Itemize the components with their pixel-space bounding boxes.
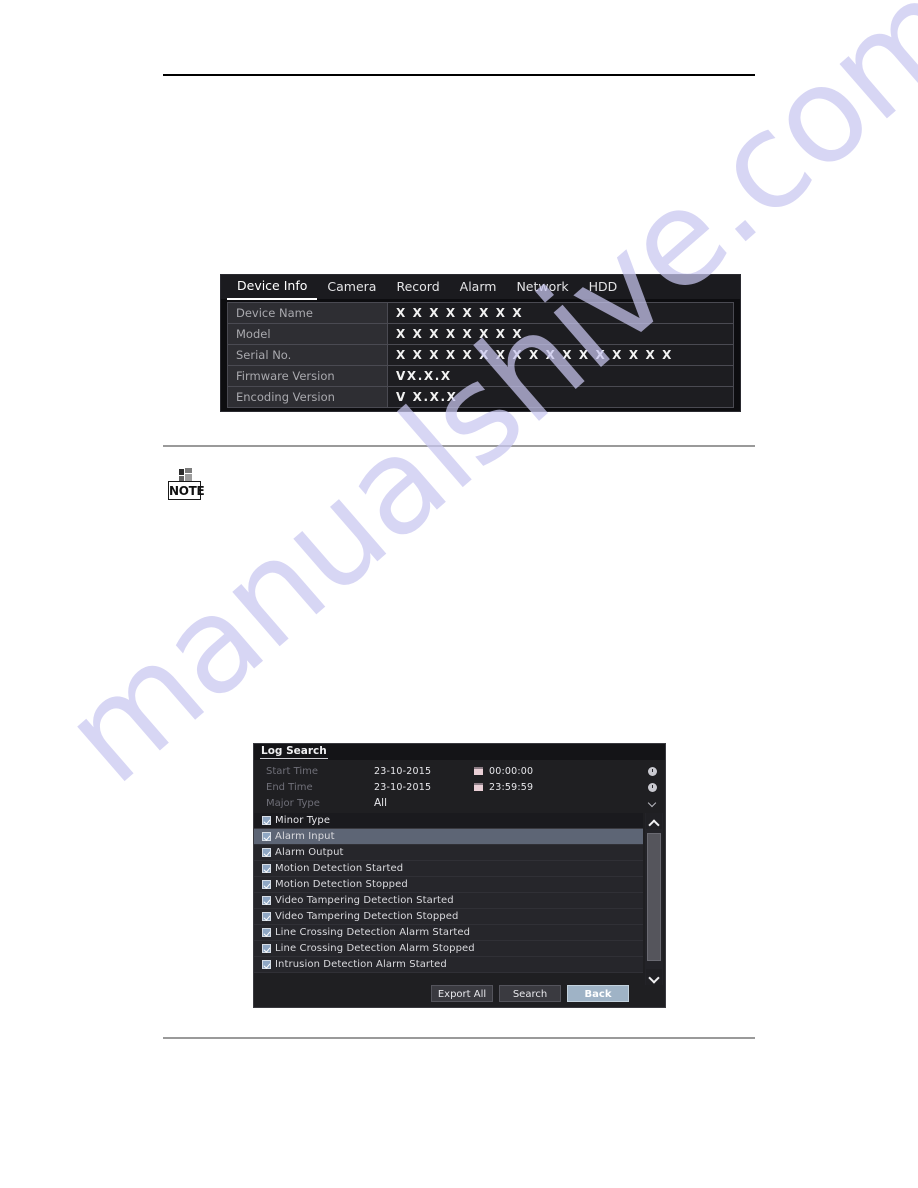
tab-hdd[interactable]: HDD [579,275,628,299]
list-item-label: Video Tampering Detection Started [275,895,454,906]
start-time-label: Start Time [266,765,319,777]
calendar-icon[interactable] [474,783,483,791]
table-row: Firmware Version VX.X.X [228,366,733,387]
log-search-titlebar: Log Search [254,744,665,760]
header-rule [163,74,755,76]
minor-type-header-row[interactable]: Minor Type [254,813,643,829]
list-item[interactable]: Motion Detection Started [254,861,643,877]
device-info-table: Device Name X X X X X X X X Model X X X … [227,302,734,408]
device-info-tab-bar: Device Info Camera Record Alarm Network … [221,274,740,300]
list-item[interactable]: Line Crossing Detection Alarm Stopped [254,941,643,957]
device-info-panel: Device Info Camera Record Alarm Network … [220,274,741,412]
checkbox-icon[interactable] [262,816,271,825]
tab-record[interactable]: Record [386,275,449,299]
checkbox-icon[interactable] [262,912,271,921]
list-item-label: Alarm Input [275,831,335,842]
table-row: Device Name X X X X X X X X [228,303,733,324]
row-value-firmware-version: VX.X.X [388,366,733,386]
list-item-label: Line Crossing Detection Alarm Started [275,927,471,938]
end-time-label: End Time [266,781,313,793]
minor-type-header-label: Minor Type [275,815,331,826]
table-row: Model X X X X X X X X [228,324,733,345]
note-clip-icon [179,468,192,481]
section-divider-rule [163,445,755,447]
end-clock-input[interactable]: 23:59:59 [489,782,569,793]
calendar-icon[interactable] [474,767,483,775]
list-item[interactable]: Video Tampering Detection Stopped [254,909,643,925]
end-time-row: End Time 23-10-2015 23:59:59 [254,779,665,795]
list-item[interactable]: Video Tampering Detection Started [254,893,643,909]
back-button[interactable]: Back [567,984,629,1002]
scroll-up-button[interactable] [646,813,662,829]
clock-icon[interactable] [648,782,657,792]
list-item[interactable]: Alarm Input [254,829,643,845]
major-type-label: Major Type [266,797,320,809]
export-all-button[interactable]: Export All [431,984,493,1002]
checkbox-icon[interactable] [262,880,271,889]
row-value-serial-no: X X X X X X X X X X X X X X X X X [388,345,733,365]
row-label-device-name: Device Name [228,303,388,323]
minor-type-scrollbar[interactable] [645,813,663,985]
row-label-firmware-version: Firmware Version [228,366,388,386]
clock-icon[interactable] [648,766,657,776]
row-label-model: Model [228,324,388,344]
end-date-input[interactable]: 23-10-2015 [374,782,474,793]
tab-device-info[interactable]: Device Info [227,274,318,300]
log-search-button-bar: Export All Search Back [254,983,665,1003]
log-search-form: Start Time 23-10-2015 00:00:00 End Time … [254,760,665,811]
tab-camera[interactable]: Camera [317,275,386,299]
checkbox-icon[interactable] [262,960,271,969]
page-watermark: manualshive.com [0,0,918,1188]
table-row: Encoding Version V X.X.X [228,387,733,408]
start-time-row: Start Time 23-10-2015 00:00:00 [254,763,665,779]
row-label-serial-no: Serial No. [228,345,388,365]
list-item-label: Line Crossing Detection Alarm Stopped [275,943,475,954]
list-item-label: Alarm Output [275,847,344,858]
row-value-model: X X X X X X X X [388,324,733,344]
tab-network[interactable]: Network [506,275,578,299]
log-search-dialog: Log Search Start Time 23-10-2015 00:00:0… [253,743,666,1008]
start-date-input[interactable]: 23-10-2015 [374,766,474,777]
row-label-encoding-version: Encoding Version [228,387,388,407]
list-item-label: Intrusion Detection Alarm Started [275,959,447,970]
checkbox-icon[interactable] [262,848,271,857]
chevron-up-icon [650,818,657,825]
checkbox-icon[interactable] [262,944,271,953]
note-label: NOTE [168,481,205,500]
list-item[interactable]: Alarm Output [254,845,643,861]
list-item[interactable]: Intrusion Detection Alarm Started [254,957,643,973]
row-value-device-name[interactable]: X X X X X X X X [388,303,733,323]
list-item[interactable]: Motion Detection Stopped [254,877,643,893]
checkbox-icon[interactable] [262,864,271,873]
list-item-label: Motion Detection Started [275,863,404,874]
search-button[interactable]: Search [499,984,561,1002]
table-row: Serial No. X X X X X X X X X X X X X X X… [228,345,733,366]
start-clock-input[interactable]: 00:00:00 [489,766,569,777]
list-item-label: Video Tampering Detection Stopped [275,911,459,922]
row-value-encoding-version: V X.X.X [388,387,733,407]
major-type-select[interactable]: All [374,797,649,809]
checkbox-icon[interactable] [262,832,271,841]
minor-type-list: Minor Type Alarm Input Alarm Output Moti… [254,813,643,985]
tab-alarm[interactable]: Alarm [450,275,507,299]
major-type-row: Major Type All [254,795,665,811]
checkbox-icon[interactable] [262,928,271,937]
scrollbar-thumb[interactable] [647,833,661,961]
list-item[interactable]: Line Crossing Detection Alarm Started [254,925,643,941]
chevron-down-icon[interactable] [649,799,657,807]
checkbox-icon[interactable] [262,896,271,905]
minor-type-area: Minor Type Alarm Input Alarm Output Moti… [254,813,665,985]
list-item-label: Motion Detection Stopped [275,879,408,890]
note-badge-icon: NOTE [168,468,205,504]
chevron-down-icon [650,974,657,981]
dialog-title: Log Search [260,745,328,759]
footer-rule [163,1037,755,1039]
